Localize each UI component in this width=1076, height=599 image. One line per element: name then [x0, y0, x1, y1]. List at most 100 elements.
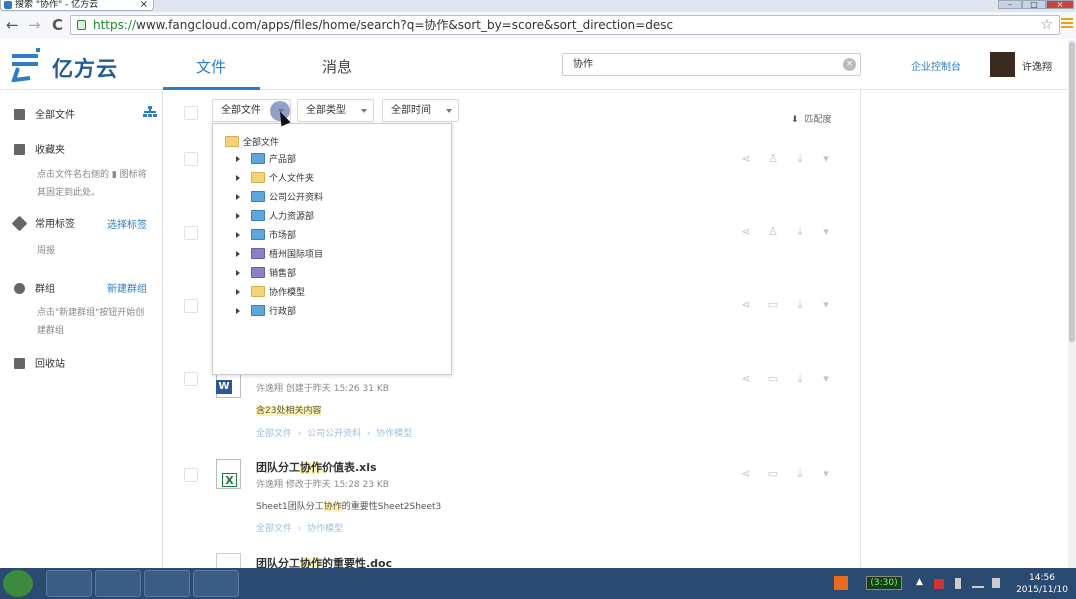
row-checkbox[interactable] [184, 226, 198, 240]
crumb-link[interactable]: 协作模型 [307, 524, 343, 534]
time-filter-dropdown[interactable]: 全部时间 [382, 99, 459, 122]
browser-menu-icon[interactable] [1061, 18, 1073, 30]
download-icon[interactable]: ⤓ [794, 226, 806, 238]
choose-tags-link[interactable]: 选择标签 [107, 216, 147, 231]
share-icon[interactable]: ⋖ [740, 299, 752, 311]
tab-messages[interactable]: 消息 [322, 56, 352, 77]
crumb-link[interactable]: 协作模型 [376, 429, 412, 439]
tree-node[interactable]: 梧州国际项目 [236, 247, 323, 260]
tree-root-all-files[interactable]: 全部文件 [225, 135, 279, 148]
comment-icon[interactable]: ▭ [767, 299, 779, 311]
select-all-checkbox[interactable] [184, 106, 198, 120]
share-icon[interactable]: ⋖ [740, 153, 752, 165]
expand-arrow-icon[interactable] [236, 175, 240, 181]
tree-node[interactable]: 行政部 [236, 304, 296, 317]
share-icon[interactable]: ⋖ [740, 226, 752, 238]
expand-arrow-icon[interactable] [236, 270, 240, 276]
sidebar-item-groups[interactable]: 群组 [14, 280, 55, 295]
forward-icon[interactable]: → [28, 15, 41, 35]
explorer-taskbar-icon[interactable] [144, 570, 190, 597]
type-filter-dropdown[interactable]: 全部类型 [297, 99, 374, 122]
collaborate-icon[interactable]: ♙ [767, 153, 779, 165]
sort-by-relevance[interactable]: ⬇ 匹配度 [791, 112, 832, 125]
tree-node[interactable]: 公司公开资料 [236, 190, 323, 203]
crumb-link[interactable]: 全部文件 [256, 524, 292, 534]
more-icon[interactable]: ▾ [820, 153, 832, 165]
share-icon[interactable]: ⋖ [740, 373, 752, 385]
expand-arrow-icon[interactable] [236, 194, 240, 200]
more-icon[interactable]: ▾ [820, 373, 832, 385]
comment-icon[interactable]: ▭ [767, 373, 779, 385]
page-scrollbar[interactable] [1068, 40, 1076, 568]
bookmark-star-icon[interactable]: ☆ [1040, 16, 1053, 34]
tray-expand-icon[interactable]: ▲ [916, 577, 923, 587]
tree-node[interactable]: 人力资源部 [236, 209, 314, 222]
input-method-icon[interactable] [834, 576, 848, 590]
network-alert-icon[interactable] [934, 579, 944, 589]
tree-node[interactable]: 销售部 [236, 266, 296, 279]
battery-icon[interactable] [955, 578, 961, 589]
tree-node[interactable]: 协作模型 [236, 285, 305, 298]
reload-icon[interactable]: C [52, 15, 63, 35]
tag-item-weekly[interactable]: 周报 [37, 242, 152, 260]
tree-node[interactable]: 市场部 [236, 228, 296, 241]
expand-arrow-icon[interactable] [236, 156, 240, 162]
expand-arrow-icon[interactable] [236, 232, 240, 238]
collaborate-icon[interactable]: ♙ [767, 226, 779, 238]
new-group-link[interactable]: 新建群组 [107, 280, 147, 295]
download-icon[interactable]: ⤓ [794, 299, 806, 311]
sogou-taskbar-icon[interactable] [95, 570, 141, 597]
team-folder-icon [251, 305, 265, 316]
expand-arrow-icon[interactable] [236, 251, 240, 257]
crumb-link[interactable]: 公司公开资料 [307, 429, 361, 439]
search-clear-icon[interactable]: × [843, 58, 856, 71]
window-maximize-button[interactable]: □ [1022, 0, 1046, 9]
sidebar-item-label: 回收站 [35, 359, 65, 370]
sidebar-item-tags[interactable]: 常用标签 [11, 215, 75, 232]
chrome-taskbar-icon[interactable] [46, 570, 92, 597]
download-icon[interactable]: ⤓ [794, 153, 806, 165]
expand-arrow-icon[interactable] [236, 213, 240, 219]
download-icon[interactable]: ⤓ [794, 373, 806, 385]
more-icon[interactable]: ▾ [820, 468, 832, 480]
battery-indicator[interactable]: (3:30) [866, 576, 902, 590]
volume-icon[interactable] [992, 578, 1000, 588]
download-icon[interactable]: ⤓ [794, 468, 806, 480]
user-name[interactable]: 许逸翔 [1022, 58, 1052, 73]
window-minimize-button[interactable]: – [998, 0, 1022, 9]
comment-icon[interactable]: ▭ [767, 468, 779, 480]
tree-node[interactable]: 产品部 [236, 152, 296, 165]
row-checkbox[interactable] [184, 372, 198, 386]
team-folder-icon [251, 248, 265, 259]
crumb-link[interactable]: 全部文件 [256, 429, 292, 439]
windows-start-icon[interactable] [3, 570, 33, 597]
tab-files[interactable]: 文件 [196, 56, 226, 77]
expand-arrow-icon[interactable] [236, 308, 240, 314]
tree-node[interactable]: 个人文件夹 [236, 171, 314, 184]
signal-icon[interactable] [972, 578, 984, 588]
browser-tab[interactable]: 搜索 "协作" - 亿方云 × [0, 0, 154, 11]
sidebar-item-all-files[interactable]: 全部文件 [14, 106, 75, 121]
window-close-button[interactable]: × [1046, 0, 1074, 9]
expand-arrow-icon[interactable] [236, 289, 240, 295]
tab-close-icon[interactable]: × [140, 0, 148, 10]
avatar[interactable] [990, 52, 1015, 77]
file-snippet: Sheet1团队分工协作的重要性Sheet2Sheet3 [256, 502, 442, 512]
search-input[interactable]: 协作 × [562, 53, 861, 76]
row-checkbox[interactable] [184, 299, 198, 313]
share-icon[interactable]: ⋖ [740, 468, 752, 480]
row-checkbox[interactable] [184, 468, 198, 482]
row-checkbox[interactable] [184, 152, 198, 166]
sidebar-item-trash[interactable]: 回收站 [14, 355, 65, 370]
system-clock[interactable]: 14:56 2015/11/10 [1008, 572, 1076, 596]
url-bar[interactable]: https://www.fangcloud.com/apps/files/hom… [70, 15, 1060, 35]
app-taskbar-icon[interactable] [193, 570, 239, 597]
more-icon[interactable]: ▾ [820, 226, 832, 238]
sidebar-item-favorites[interactable]: 收藏夹 [14, 141, 65, 156]
org-tree-icon[interactable] [143, 106, 157, 118]
enterprise-console-link[interactable]: 企业控制台 [911, 58, 961, 73]
scrollbar-thumb[interactable] [1069, 42, 1075, 342]
back-icon[interactable]: ← [6, 15, 19, 35]
more-icon[interactable]: ▾ [820, 299, 832, 311]
file-title[interactable]: 团队分工协作价值表.xls [256, 459, 377, 475]
